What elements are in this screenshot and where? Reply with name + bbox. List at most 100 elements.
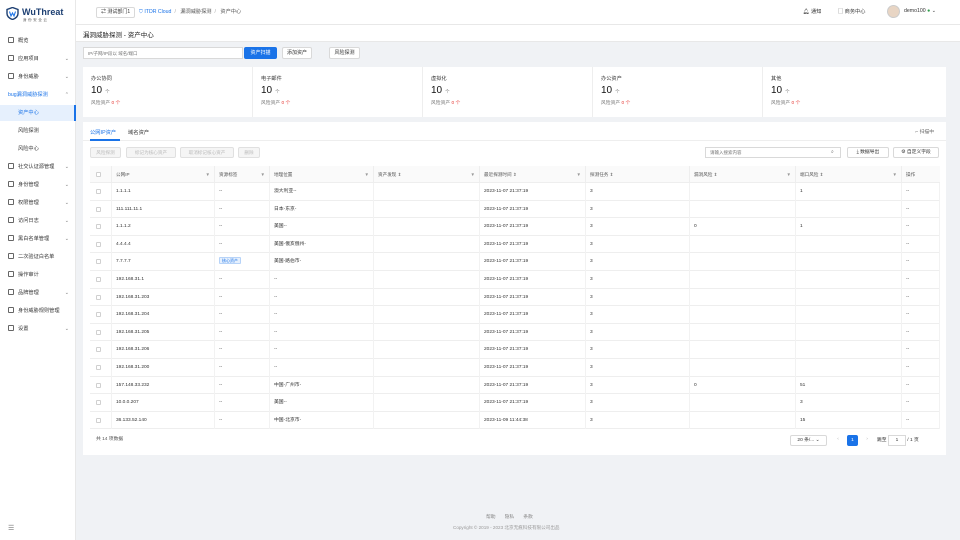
delete-button[interactable]: 删除	[238, 147, 260, 158]
filter-icon[interactable]: ▼	[893, 166, 897, 183]
cell-discovery	[374, 323, 480, 342]
page-1-button[interactable]: 1	[847, 435, 858, 446]
table-row[interactable]: 192.168.31.1 -- -- 2023-11-07 21:37:19 3 --	[90, 271, 940, 289]
sort-icon[interactable]: ⇕	[398, 172, 402, 177]
tab-domain[interactable]: 域名资产	[128, 128, 149, 136]
row-checkbox[interactable]	[90, 306, 112, 324]
custom-columns-button[interactable]: ⚙ 自定义字段	[893, 147, 939, 158]
page-jump-input[interactable]: 1	[887, 435, 906, 446]
avatar[interactable]	[887, 5, 900, 18]
sidebar-item-asset-center[interactable]: 资产中心	[0, 105, 76, 121]
filter-icon[interactable]: ▼	[365, 166, 369, 183]
table-row[interactable]: 4.4.4.4 -- 美国-俄亥俄州- 2023-11-07 21:37:19 3 --	[90, 235, 940, 254]
sidebar-item-overview[interactable]: 概览	[0, 33, 76, 49]
filter-icon[interactable]: ▼	[206, 166, 210, 183]
sidebar-item-blackwhite[interactable]: 黑白名单管理 ⌄	[0, 231, 76, 247]
cell-loc: 中国-广州市-	[270, 376, 374, 395]
table-row[interactable]: 192.168.31.203 -- -- 2023-11-07 21:37:19 3 --	[90, 288, 940, 307]
row-checkbox[interactable]	[90, 323, 112, 342]
row-checkbox[interactable]	[90, 235, 112, 254]
row-checkbox[interactable]	[90, 394, 112, 412]
select-all-checkbox[interactable]	[90, 166, 112, 183]
table-row[interactable]: 192.168.31.205 -- -- 2023-11-07 21:37:19 3 --	[90, 323, 940, 342]
footer-link-terms[interactable]: 条款	[523, 515, 533, 520]
sort-icon[interactable]: ⇕	[820, 172, 824, 177]
table-row[interactable]: 7.7.7.7 核心资产 美国-路伯市- 2023-11-07 21:37:19 3 --	[90, 253, 940, 271]
sidebar-item-threat-rules[interactable]: 身份威胁规则管理	[0, 303, 76, 319]
filter-icon[interactable]: ▼	[577, 166, 581, 183]
filter-icon[interactable]: ▼	[787, 166, 791, 183]
table-row[interactable]: 36.133.52.140 -- 中国-北京市- 2023-11-09 11:44:3…	[90, 411, 940, 430]
add-asset-button[interactable]: 添加资产	[282, 47, 312, 59]
table-row[interactable]: 192.168.31.206 -- -- 2023-11-07 21:37:19 3 --	[90, 341, 940, 359]
mark-core-button[interactable]: 标记为核心资产	[126, 147, 176, 158]
sidebar-item-mfa-whitelist[interactable]: 二次验证白名单	[0, 249, 76, 265]
cell-time: 2023-11-07 21:37:19	[480, 218, 586, 236]
sidebar-item-apps[interactable]: 应用项目 ⌄	[0, 51, 76, 67]
cell-time: 2023-11-07 21:37:19	[480, 200, 586, 219]
column-header: 资产发现 ⇕ ▼	[374, 166, 480, 183]
business-center-button[interactable]: ▢ 商务中心	[838, 8, 865, 15]
cell-discovery	[374, 253, 480, 271]
sort-icon[interactable]: ⇕	[610, 172, 614, 177]
table-row[interactable]: 192.168.31.204 -- -- 2023-11-07 21:37:19 3 --	[90, 306, 940, 324]
notification-button[interactable]: 🔔︎ 通知	[803, 8, 821, 15]
user-menu[interactable]: demo100 ● ⌄	[904, 8, 936, 14]
table-search-input[interactable]	[705, 147, 841, 158]
table-row[interactable]: 1.1.1.2 -- 美国-- 2023-11-07 21:37:19 3 0 1 --	[90, 218, 940, 236]
footer-link-privacy[interactable]: 隐私	[505, 515, 515, 520]
export-button[interactable]: ⤓ 数据导出	[847, 147, 889, 158]
cell-loc: --	[270, 306, 374, 324]
asset-scan-button[interactable]: 资产扫描	[244, 47, 277, 59]
row-checkbox[interactable]	[90, 271, 112, 289]
sidebar-item-audit[interactable]: 操作审计	[0, 267, 76, 283]
table-row[interactable]: 111.111.11.1 -- 日本-东京- 2023-11-07 21:37:19 3…	[90, 200, 940, 219]
row-checkbox[interactable]	[90, 341, 112, 359]
breadcrumb-item[interactable]: 漏洞威胁探测	[180, 9, 211, 15]
table-row[interactable]: 192.168.31.200 -- -- 2023-11-07 21:37:19 3 --	[90, 359, 940, 377]
cell-task: 3	[586, 411, 690, 430]
sidebar-item-social-auth[interactable]: 社交认证源管理 ⌄	[0, 159, 76, 175]
table-row[interactable]: 157.148.33.232 -- 中国-广州市- 2023-11-07 21:37:…	[90, 376, 940, 395]
filter-icon[interactable]: ▼	[261, 166, 265, 183]
unmark-core-button[interactable]: 取消标记核心资产	[180, 147, 234, 158]
risk-detect-button[interactable]: 风险探测	[329, 47, 360, 59]
row-checkbox[interactable]	[90, 376, 112, 395]
filter-icon[interactable]: ▼	[471, 166, 475, 183]
row-checkbox[interactable]	[90, 183, 112, 201]
sidebar-item-vuln-detect[interactable]: bug漏洞威胁探测 ⌃	[0, 87, 76, 103]
next-page-icon[interactable]: ›	[862, 435, 872, 446]
page-size-select[interactable]: 20 条/... ⌄	[790, 435, 827, 446]
row-checkbox[interactable]	[90, 218, 112, 236]
row-checkbox[interactable]	[90, 288, 112, 307]
tab-public-ip[interactable]: 公网IP资产	[90, 128, 116, 136]
footer-link-help[interactable]: 帮助	[486, 515, 496, 520]
asset-target-input[interactable]	[83, 47, 243, 59]
sidebar-item-risk-center[interactable]: 风险中心	[0, 141, 76, 157]
row-checkbox[interactable]	[90, 359, 112, 377]
sort-icon[interactable]: ⇕	[714, 172, 718, 177]
brand-logo[interactable]: WuThreat 身份安全云	[6, 6, 72, 24]
sidebar-item-access-log[interactable]: 访问日志 ⌄	[0, 213, 76, 229]
sort-icon[interactable]: ⇕	[513, 172, 517, 177]
scan-status[interactable]: ⌐ 扫描中	[915, 128, 934, 135]
cell-vuln	[690, 394, 796, 412]
breadcrumb-item[interactable]: ITDR Cloud	[144, 9, 171, 15]
collapse-menu-icon[interactable]: ☰	[8, 524, 14, 532]
sidebar-item-permission[interactable]: 权限管理 ⌄	[0, 195, 76, 211]
department-switch-button[interactable]: ⇄ 测试部门1	[96, 7, 136, 18]
search-icon[interactable]: ⌕	[831, 149, 834, 155]
row-checkbox[interactable]	[90, 411, 112, 430]
prev-page-icon[interactable]: ‹	[833, 435, 843, 446]
row-checkbox[interactable]	[90, 200, 112, 219]
sidebar-item-settings[interactable]: 设置 ⌄	[0, 321, 76, 337]
cell-port: 1	[796, 183, 902, 201]
table-row[interactable]: 10.0.0.207 -- 美国-- 2023-11-07 21:37:19 3 3 --	[90, 394, 940, 412]
sidebar-item-identity[interactable]: 身份管理 ⌄	[0, 177, 76, 193]
batch-risk-detect-button[interactable]: 风险探测	[90, 147, 121, 158]
table-row[interactable]: 1.1.1.1 -- 澳大利亚-- 2023-11-07 21:37:19 3 1 --	[90, 183, 940, 201]
sidebar-item-brand[interactable]: 品牌管理 ⌄	[0, 285, 76, 301]
sidebar-item-identity-threat[interactable]: 身份威胁 ⌄	[0, 69, 76, 85]
sidebar-item-risk-detect[interactable]: 风险探测	[0, 123, 76, 139]
row-checkbox[interactable]	[90, 253, 112, 271]
